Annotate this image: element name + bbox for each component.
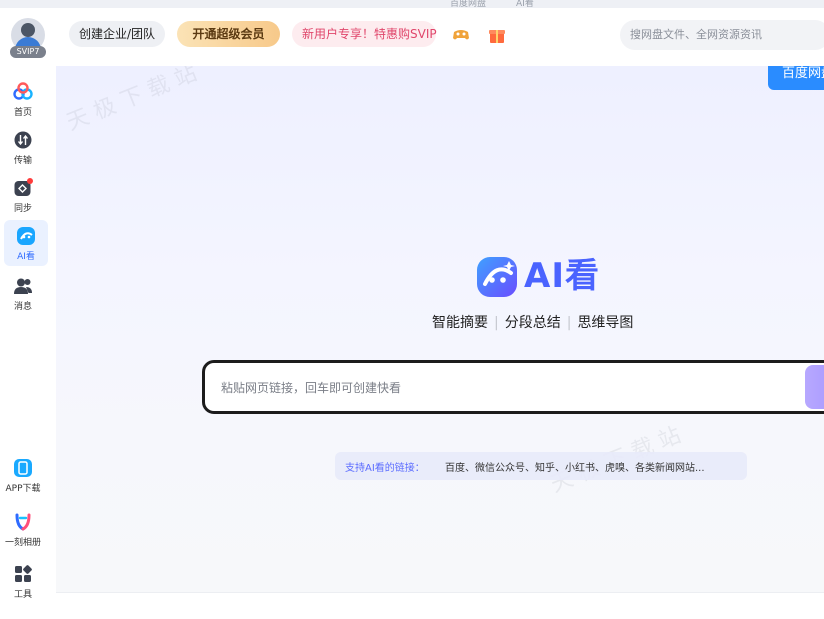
ai-view-logo-icon [477, 257, 517, 297]
sidebar-item-transfer[interactable]: 传输 [0, 124, 46, 170]
sidebar-item-sync[interactable]: 同步 [0, 172, 46, 218]
link-input[interactable] [219, 375, 783, 401]
message-icon [14, 278, 32, 294]
home-icon [13, 82, 33, 100]
sidebar-item-label: 工具 [13, 590, 32, 600]
new-user-promo-button[interactable]: 新用户专享！特惠购SVIP [292, 21, 437, 47]
sidebar-item-tools[interactable]: 工具 [0, 558, 46, 604]
feature-mind-map: 思维导图 [577, 315, 634, 331]
window-title-strip: 百度网盘 AI看 [0, 0, 824, 9]
sidebar-item-label: APP下载 [5, 484, 41, 494]
sidebar-item-label: AI看 [17, 252, 35, 262]
create-team-button[interactable]: 创建企业/团队 [69, 21, 165, 47]
top-header: SVIP7 创建企业/团队 开通超级会员 新用户专享！特惠购SVIP 搜网盘文件… [0, 8, 824, 60]
sidebar-item-label: 一刻相册 [4, 538, 41, 548]
supported-sites-text: 百度、微信公众号、知乎、小红书、虎嗅、各类新闻网站... [445, 463, 705, 474]
link-input-box[interactable] [202, 360, 824, 414]
ai-view-icon [17, 227, 35, 245]
gift-icon[interactable] [486, 24, 508, 46]
open-svip-button[interactable]: 开通超级会员 [177, 21, 280, 47]
feature-separator: | [566, 315, 572, 331]
feature-separator: | [494, 315, 499, 331]
feature-segment-summary: 分段总结 [504, 315, 561, 331]
left-sidebar: 首页 传输 同步 AI看 消息 APP下载 一刻相册 工具 [0, 60, 56, 618]
search-input[interactable]: 搜网盘文件、全网资源资讯 [620, 20, 824, 50]
sync-icon [14, 178, 33, 196]
main-bottom-bar [56, 592, 824, 619]
supported-links-label: 支持AI看的链接： [345, 463, 425, 474]
game-icon[interactable] [450, 24, 472, 46]
sidebar-item-label: 传输 [13, 156, 32, 166]
sidebar-item-label: 同步 [13, 204, 32, 214]
baidu-netdisk-button[interactable]: 百度网盘 [768, 66, 824, 90]
phone-icon [14, 459, 32, 477]
feature-list: 智能摘要 | 分段总结 | 思维导图 [432, 312, 633, 332]
sidebar-item-message[interactable]: 消息 [0, 270, 46, 316]
sidebar-item-album[interactable]: 一刻相册 [0, 506, 46, 552]
watermark-decoration: 天 极 下 载 站 [63, 66, 201, 136]
ai-view-main-panel: 天 极 下 载 站 天 极 下 载 站 百度网盘 AI看 智能摘要|分段总结|思… [56, 66, 824, 592]
tools-icon [15, 565, 32, 582]
sidebar-item-label: 消息 [13, 302, 32, 312]
transfer-icon [14, 131, 32, 149]
sidebar-item-label: 首页 [13, 108, 32, 118]
sidebar-item-ai-view[interactable]: AI看 [4, 220, 48, 266]
sidebar-item-app-download[interactable]: APP下载 [0, 452, 46, 498]
brand-title: AI看 [524, 256, 600, 296]
svip-level-badge: SVIP7 [10, 46, 46, 58]
feature-summary: 智能摘要 [432, 315, 488, 331]
album-icon [15, 513, 31, 531]
avatar-head-shape [21, 23, 35, 37]
supported-links-note: 支持AI看的链接： 百度、微信公众号、知乎、小红书、虎嗅、各类新闻网站... [335, 452, 747, 480]
create-quick-view-button[interactable] [805, 365, 824, 409]
sidebar-item-home[interactable]: 首页 [0, 76, 46, 122]
